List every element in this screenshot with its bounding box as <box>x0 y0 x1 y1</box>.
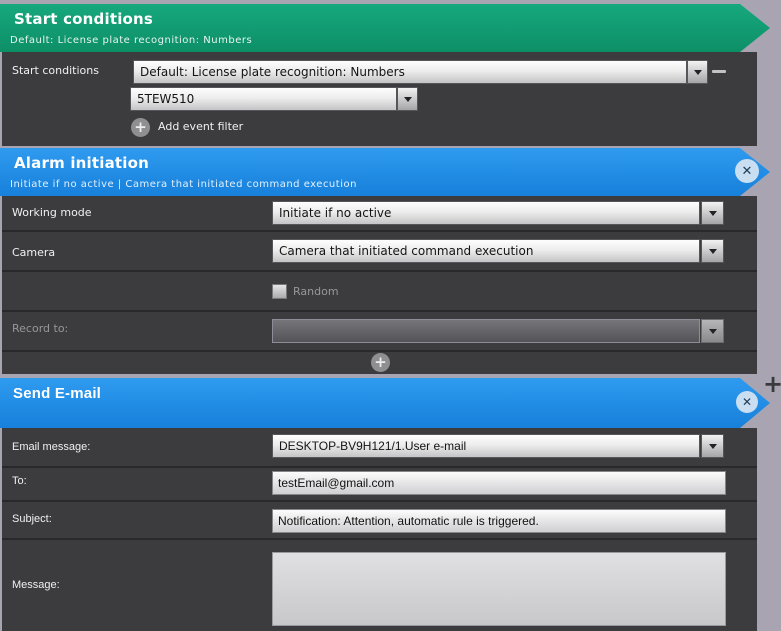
start-conditions-body: Start conditions Default: License plate … <box>2 52 757 146</box>
close-icon: ✕ <box>742 395 752 409</box>
camera-value: Camera that initiated command execution <box>279 244 533 258</box>
to-input[interactable] <box>272 471 726 495</box>
email-message-dropdown-button[interactable] <box>701 434 724 458</box>
camera-dropdown[interactable]: Camera that initiated command execution <box>272 239 700 263</box>
random-row <box>2 272 757 310</box>
automatic-rule-editor: Start conditions Default: License plate … <box>0 0 781 631</box>
chevron-down-icon <box>694 70 702 75</box>
start-conditions-header: Start conditions Default: License plate … <box>0 4 770 52</box>
email-message-dropdown[interactable]: DESKTOP-BV9H121/1.User e-mail <box>272 434 700 458</box>
plate-number-value: 5TEW510 <box>137 92 194 106</box>
message-textarea[interactable] <box>272 552 726 626</box>
alarm-initiation-close-button[interactable]: ✕ <box>735 159 759 183</box>
working-mode-value: Initiate if no active <box>279 206 391 220</box>
camera-dropdown-button[interactable] <box>701 239 724 263</box>
event-type-dropdown[interactable]: Default: License plate recognition: Numb… <box>133 60 687 84</box>
record-to-dropdown <box>272 319 700 343</box>
start-conditions-subtitle: Default: License plate recognition: Numb… <box>10 35 252 46</box>
send-email-header: Send E-mail <box>0 378 770 428</box>
chevron-down-icon <box>709 329 717 334</box>
plate-number-dropdown[interactable]: 5TEW510 <box>130 87 397 111</box>
add-event-filter-icon[interactable]: + <box>131 118 150 137</box>
event-type-dropdown-button[interactable] <box>687 60 708 84</box>
alarm-initiation-subtitle: Initiate if no active | Camera that init… <box>10 179 357 190</box>
working-mode-label: Working mode <box>12 202 92 224</box>
send-email-title: Send E-mail <box>13 385 101 402</box>
event-type-value: Default: License plate recognition: Numb… <box>140 65 405 79</box>
random-checkbox[interactable] <box>272 284 287 299</box>
chevron-down-icon <box>709 211 717 216</box>
email-message-value: DESKTOP-BV9H121/1.User e-mail <box>279 439 466 453</box>
to-label: To: <box>12 470 27 492</box>
working-mode-dropdown-button[interactable] <box>701 201 724 225</box>
record-to-label: Record to: <box>12 318 68 340</box>
start-conditions-title: Start conditions <box>14 10 153 28</box>
chevron-down-icon <box>709 444 717 449</box>
send-email-close-button[interactable]: ✕ <box>736 391 758 413</box>
message-label: Message: <box>12 574 60 596</box>
alarm-initiation-body: Working mode Initiate if no active Camer… <box>2 196 757 374</box>
remove-filter-button[interactable] <box>712 70 726 73</box>
random-label: Random <box>293 281 339 303</box>
close-icon: ✕ <box>742 164 753 179</box>
camera-label: Camera <box>12 242 55 264</box>
plate-number-dropdown-button[interactable] <box>397 87 418 111</box>
subject-label: Subject: <box>12 508 52 530</box>
chevron-down-icon <box>404 97 412 102</box>
working-mode-dropdown[interactable]: Initiate if no active <box>272 201 700 225</box>
subject-input[interactable] <box>272 509 726 533</box>
start-conditions-row-label: Start conditions <box>12 60 99 82</box>
record-to-dropdown-button <box>701 319 724 343</box>
zoom-in-icon[interactable]: + <box>763 370 781 398</box>
send-email-body: Email message: DESKTOP-BV9H121/1.User e-… <box>2 428 757 631</box>
alarm-initiation-title: Alarm initiation <box>14 154 149 172</box>
chevron-down-icon <box>709 249 717 254</box>
alarm-initiation-header: Alarm initiation Initiate if no active |… <box>0 148 770 196</box>
add-event-filter-button[interactable]: Add event filter <box>158 116 243 138</box>
email-message-label: Email message: <box>12 436 90 458</box>
add-parameter-button[interactable]: + <box>371 353 390 372</box>
